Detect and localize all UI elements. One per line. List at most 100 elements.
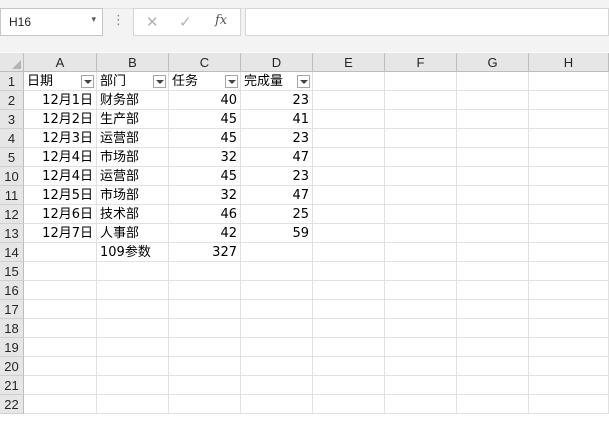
data-cell[interactable]: 23 <box>241 91 313 110</box>
data-cell[interactable]: 45 <box>169 129 241 148</box>
grid-cell[interactable] <box>385 319 457 338</box>
grid-cell[interactable] <box>457 338 529 357</box>
grid-cell[interactable] <box>457 148 529 167</box>
data-cell[interactable]: 市场部 <box>97 186 169 205</box>
row-header[interactable]: 2 <box>0 91 24 110</box>
grid-cell[interactable] <box>529 167 609 186</box>
check-icon[interactable]: ✓ <box>179 13 192 31</box>
cancel-icon[interactable]: ✕ <box>146 13 159 31</box>
data-cell[interactable]: 运营部 <box>97 167 169 186</box>
data-cell[interactable]: 财务部 <box>97 91 169 110</box>
row-header[interactable]: 17 <box>0 300 24 319</box>
grid-cell[interactable] <box>385 243 457 262</box>
insert-function-button[interactable]: fx <box>215 13 227 28</box>
grid-cell[interactable] <box>97 395 169 414</box>
grid-cell[interactable] <box>313 376 385 395</box>
row-header[interactable]: 22 <box>0 395 24 414</box>
grid-cell[interactable] <box>313 205 385 224</box>
grid-cell[interactable] <box>169 395 241 414</box>
row-header[interactable]: 5 <box>0 148 24 167</box>
grid-cell[interactable] <box>313 338 385 357</box>
grid-cell[interactable] <box>313 319 385 338</box>
grid-cell[interactable] <box>385 224 457 243</box>
grid-cell[interactable] <box>313 395 385 414</box>
column-header-e[interactable]: E <box>313 53 385 72</box>
data-cell[interactable]: 12月4日 <box>24 167 97 186</box>
data-cell[interactable]: 12月5日 <box>24 186 97 205</box>
grid-cell[interactable] <box>457 281 529 300</box>
grid-cell[interactable] <box>24 300 97 319</box>
grid-cell[interactable] <box>457 91 529 110</box>
grid-cell[interactable] <box>241 319 313 338</box>
grid-cell[interactable] <box>457 243 529 262</box>
grid-cell[interactable] <box>24 243 97 262</box>
data-cell[interactable]: 12月1日 <box>24 91 97 110</box>
grid-cell[interactable] <box>529 110 609 129</box>
grid-cell[interactable] <box>241 395 313 414</box>
grid-cell[interactable] <box>97 262 169 281</box>
row-header[interactable]: 19 <box>0 338 24 357</box>
grid-cell[interactable] <box>457 357 529 376</box>
chevron-down-icon[interactable]: ▾ <box>91 15 96 25</box>
more-options-icon[interactable]: ⋮ <box>112 13 125 28</box>
data-cell[interactable]: 41 <box>241 110 313 129</box>
grid-cell[interactable] <box>385 357 457 376</box>
grid-cell[interactable] <box>385 205 457 224</box>
grid-cell[interactable] <box>313 357 385 376</box>
grid-cell[interactable] <box>313 167 385 186</box>
grid-cell[interactable] <box>385 186 457 205</box>
grid-cell[interactable] <box>529 148 609 167</box>
data-cell[interactable]: 42 <box>169 224 241 243</box>
data-cell[interactable]: 23 <box>241 167 313 186</box>
grid-cell[interactable] <box>457 110 529 129</box>
grid-cell[interactable] <box>24 357 97 376</box>
data-cell[interactable]: 45 <box>169 110 241 129</box>
row-header[interactable]: 13 <box>0 224 24 243</box>
grid-cell[interactable] <box>385 129 457 148</box>
data-cell[interactable]: 12月3日 <box>24 129 97 148</box>
column-header-a[interactable]: A <box>24 53 97 72</box>
data-cell[interactable]: 市场部 <box>97 148 169 167</box>
grid-cell[interactable] <box>457 72 529 91</box>
grid-cell[interactable] <box>169 376 241 395</box>
grid-cell[interactable] <box>313 300 385 319</box>
data-cell[interactable]: 46 <box>169 205 241 224</box>
grid-cell[interactable] <box>529 300 609 319</box>
grid-cell[interactable] <box>313 224 385 243</box>
column-header-c[interactable]: C <box>169 53 241 72</box>
grid-cell[interactable] <box>385 262 457 281</box>
row-header[interactable]: 16 <box>0 281 24 300</box>
grid-cell[interactable] <box>241 376 313 395</box>
row-header[interactable]: 3 <box>0 110 24 129</box>
grid-cell[interactable] <box>529 129 609 148</box>
row-header[interactable]: 18 <box>0 319 24 338</box>
grid-cell[interactable] <box>457 262 529 281</box>
data-cell[interactable]: 技术部 <box>97 205 169 224</box>
grid-cell[interactable] <box>457 300 529 319</box>
grid-cell[interactable] <box>457 167 529 186</box>
grid-cell[interactable] <box>385 338 457 357</box>
grid-cell[interactable] <box>169 338 241 357</box>
grid-cell[interactable] <box>241 357 313 376</box>
data-cell[interactable]: 32 <box>169 186 241 205</box>
row-header[interactable]: 11 <box>0 186 24 205</box>
data-cell[interactable]: 40 <box>169 91 241 110</box>
grid-cell[interactable] <box>169 319 241 338</box>
column-header-b[interactable]: B <box>97 53 169 72</box>
filter-dropdown-button[interactable] <box>81 75 94 88</box>
grid-cell[interactable] <box>529 91 609 110</box>
grid-cell[interactable] <box>24 319 97 338</box>
data-cell[interactable]: 运营部 <box>97 129 169 148</box>
filter-dropdown-button[interactable] <box>225 75 238 88</box>
grid-cell[interactable] <box>529 262 609 281</box>
grid-cell[interactable] <box>457 319 529 338</box>
row-header[interactable]: 12 <box>0 205 24 224</box>
row-header[interactable]: 21 <box>0 376 24 395</box>
data-cell[interactable]: 25 <box>241 205 313 224</box>
data-cell[interactable]: 47 <box>241 148 313 167</box>
grid-cell[interactable] <box>529 338 609 357</box>
grid-cell[interactable] <box>457 205 529 224</box>
grid-cell[interactable] <box>97 376 169 395</box>
grid-cell[interactable] <box>169 300 241 319</box>
grid-cell[interactable] <box>97 281 169 300</box>
